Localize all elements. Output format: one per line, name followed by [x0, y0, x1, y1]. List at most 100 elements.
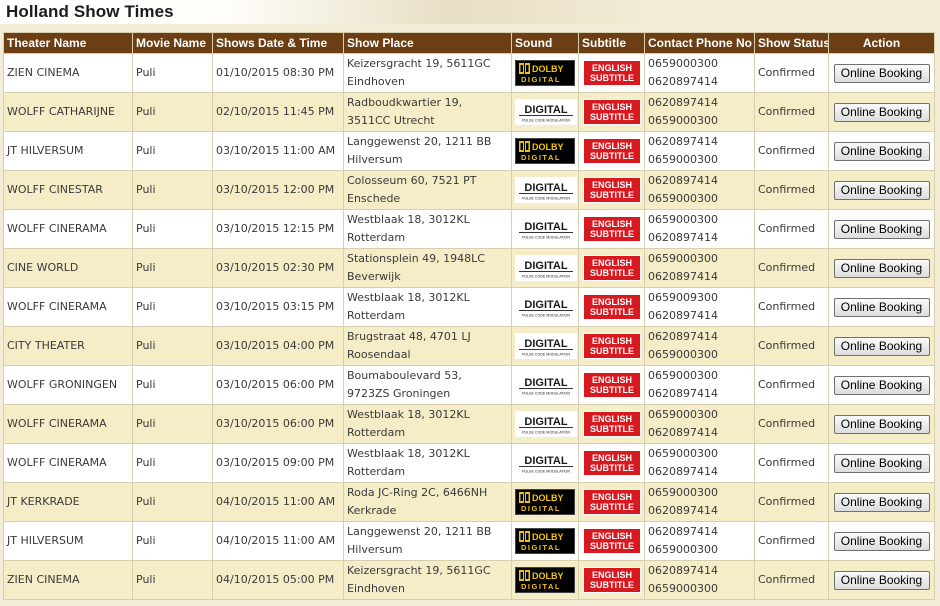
svg-text:DIGITAL: DIGITAL — [521, 153, 561, 162]
phone-number-2: 0620897414 — [648, 309, 718, 322]
svg-text:ENGLISH: ENGLISH — [591, 375, 631, 385]
show-place-cell: Brugstraat 48, 4701 LJ Roosendaal — [343, 326, 512, 366]
online-booking-button[interactable]: Online Booking — [833, 180, 930, 200]
action-cell: Online Booking — [828, 326, 935, 366]
online-booking-button[interactable]: Online Booking — [833, 570, 930, 590]
subtitle-cell: ENGLISH SUBTITLE — [578, 170, 645, 210]
movie-name-cell: Puli — [132, 170, 213, 210]
svg-text:ENGLISH: ENGLISH — [591, 141, 631, 151]
phone-number-1: 0620897414 — [648, 96, 718, 109]
pcm-digital-logo: DIGITAL PULSE CODE MODULATION — [515, 372, 577, 398]
svg-text:ENGLISH: ENGLISH — [591, 336, 631, 346]
action-cell: Online Booking — [828, 443, 935, 483]
col-header-movie: Movie Name — [132, 32, 213, 54]
english-subtitle-badge: ENGLISH SUBTITLE — [582, 411, 641, 437]
online-booking-button[interactable]: Online Booking — [833, 375, 930, 395]
show-place-line2: Rotterdam — [347, 231, 406, 244]
theater-name-cell: WOLFF CINERAMA — [3, 287, 133, 327]
sound-cell: DIGITAL PULSE CODE MODULATION — [511, 170, 579, 210]
table-row: WOLFF GRONINGEN Puli 03/10/2015 06:00 PM Bo… — [3, 365, 935, 405]
show-times-table: Theater Name Movie Name Shows Date & Tim… — [3, 32, 935, 600]
movie-name-cell: Puli — [132, 365, 213, 405]
show-place-line2: Beverwijk — [347, 270, 401, 283]
svg-text:DOLBY: DOLBY — [532, 571, 564, 581]
show-place-line1: Boumaboulevard 53, — [347, 369, 462, 382]
action-cell: Online Booking — [828, 404, 935, 444]
col-header-theater: Theater Name — [3, 32, 133, 54]
phone-number-1: 0659000300 — [648, 408, 718, 421]
online-booking-button[interactable]: Online Booking — [833, 531, 930, 551]
contact-phone-cell: 0659000300 0620897414 — [644, 443, 755, 483]
english-subtitle-badge: ENGLISH SUBTITLE — [582, 99, 641, 125]
online-booking-button[interactable]: Online Booking — [833, 258, 930, 278]
show-datetime-cell: 04/10/2015 05:00 PM — [212, 560, 344, 600]
svg-text:DIGITAL: DIGITAL — [524, 104, 567, 116]
phone-number-1: 0659000300 — [648, 252, 718, 265]
online-booking-button[interactable]: Online Booking — [833, 297, 930, 317]
svg-text:ENGLISH: ENGLISH — [591, 102, 631, 112]
contact-phone-cell: 0659000300 0620897414 — [644, 365, 755, 405]
contact-phone-cell: 0659009300 0620897414 — [644, 287, 755, 327]
svg-text:ENGLISH: ENGLISH — [591, 414, 631, 424]
english-subtitle-badge: ENGLISH SUBTITLE — [582, 216, 641, 242]
sound-cell: DOLBY DIGITAL — [511, 53, 579, 93]
online-booking-button[interactable]: Online Booking — [833, 414, 930, 434]
show-datetime-cell: 03/10/2015 06:00 PM — [212, 404, 344, 444]
svg-text:SUBTITLE: SUBTITLE — [590, 502, 634, 512]
online-booking-button[interactable]: Online Booking — [833, 102, 930, 122]
english-subtitle-badge: ENGLISH SUBTITLE — [582, 333, 641, 359]
sound-cell: DIGITAL PULSE CODE MODULATION — [511, 287, 579, 327]
action-cell: Online Booking — [828, 560, 935, 600]
svg-text:ENGLISH: ENGLISH — [591, 219, 631, 229]
svg-text:ENGLISH: ENGLISH — [591, 531, 631, 541]
movie-name-cell: Puli — [132, 92, 213, 132]
online-booking-button[interactable]: Online Booking — [833, 63, 930, 83]
svg-text:DIGITAL: DIGITAL — [521, 582, 561, 591]
sound-cell: DIGITAL PULSE CODE MODULATION — [511, 326, 579, 366]
show-place-line1: Westblaak 18, 3012KL — [347, 408, 470, 421]
subtitle-cell: ENGLISH SUBTITLE — [578, 521, 645, 561]
online-booking-button[interactable]: Online Booking — [833, 453, 930, 473]
table-row: WOLFF CINERAMA Puli 03/10/2015 06:00 PM Wes… — [3, 404, 935, 444]
theater-name-cell: JT HILVERSUM — [3, 131, 133, 171]
show-status-cell: Confirmed — [754, 287, 829, 327]
show-place-line1: Westblaak 18, 3012KL — [347, 291, 470, 304]
phone-number-1: 0620897414 — [648, 525, 718, 538]
show-place-cell: Westblaak 18, 3012KL Rotterdam — [343, 404, 512, 444]
action-cell: Online Booking — [828, 170, 935, 210]
phone-number-2: 0659000300 — [648, 192, 718, 205]
svg-text:SUBTITLE: SUBTITLE — [590, 385, 634, 395]
movie-name-cell: Puli — [132, 248, 213, 288]
phone-number-1: 0620897414 — [648, 564, 718, 577]
table-header-row: Theater Name Movie Name Shows Date & Tim… — [3, 32, 935, 54]
online-booking-button[interactable]: Online Booking — [833, 492, 930, 512]
online-booking-button[interactable]: Online Booking — [833, 336, 930, 356]
show-place-line1: Roda JC-Ring 2C, 6466NH — [347, 486, 488, 499]
pcm-digital-logo: DIGITAL PULSE CODE MODULATION — [515, 450, 577, 476]
online-booking-button[interactable]: Online Booking — [833, 219, 930, 239]
phone-number-2: 0659000300 — [648, 543, 718, 556]
movie-name-cell: Puli — [132, 209, 213, 249]
theater-name-cell: WOLFF CINESTAR — [3, 170, 133, 210]
sound-cell: DIGITAL PULSE CODE MODULATION — [511, 404, 579, 444]
sound-cell: DIGITAL PULSE CODE MODULATION — [511, 92, 579, 132]
show-place-line2: Roosendaal — [347, 348, 411, 361]
theater-name-cell: ZIEN CINEMA — [3, 560, 133, 600]
contact-phone-cell: 0620897414 0659000300 — [644, 560, 755, 600]
svg-text:SUBTITLE: SUBTITLE — [590, 346, 634, 356]
contact-phone-cell: 0659000300 0620897414 — [644, 53, 755, 93]
show-place-line2: Rotterdam — [347, 426, 406, 439]
svg-text:ENGLISH: ENGLISH — [591, 63, 631, 73]
table-row: JT HILVERSUM Puli 03/10/2015 11:00 AM Langg… — [3, 131, 935, 171]
pcm-digital-logo: DIGITAL PULSE CODE MODULATION — [515, 177, 577, 203]
online-booking-button[interactable]: Online Booking — [833, 141, 930, 161]
theater-name-cell: WOLFF CINERAMA — [3, 209, 133, 249]
sound-cell: DIGITAL PULSE CODE MODULATION — [511, 209, 579, 249]
show-status-cell: Confirmed — [754, 521, 829, 561]
col-header-subtitle: Subtitle — [578, 32, 645, 54]
show-status-cell: Confirmed — [754, 209, 829, 249]
show-place-cell: Langgewenst 20, 1211 BB Hilversum — [343, 131, 512, 171]
table-row: WOLFF CINERAMA Puli 03/10/2015 09:00 PM Wes… — [3, 443, 935, 483]
table-row: CINE WORLD Puli 03/10/2015 02:30 PM Station… — [3, 248, 935, 288]
show-place-line2: 3511CC Utrecht — [347, 114, 435, 127]
